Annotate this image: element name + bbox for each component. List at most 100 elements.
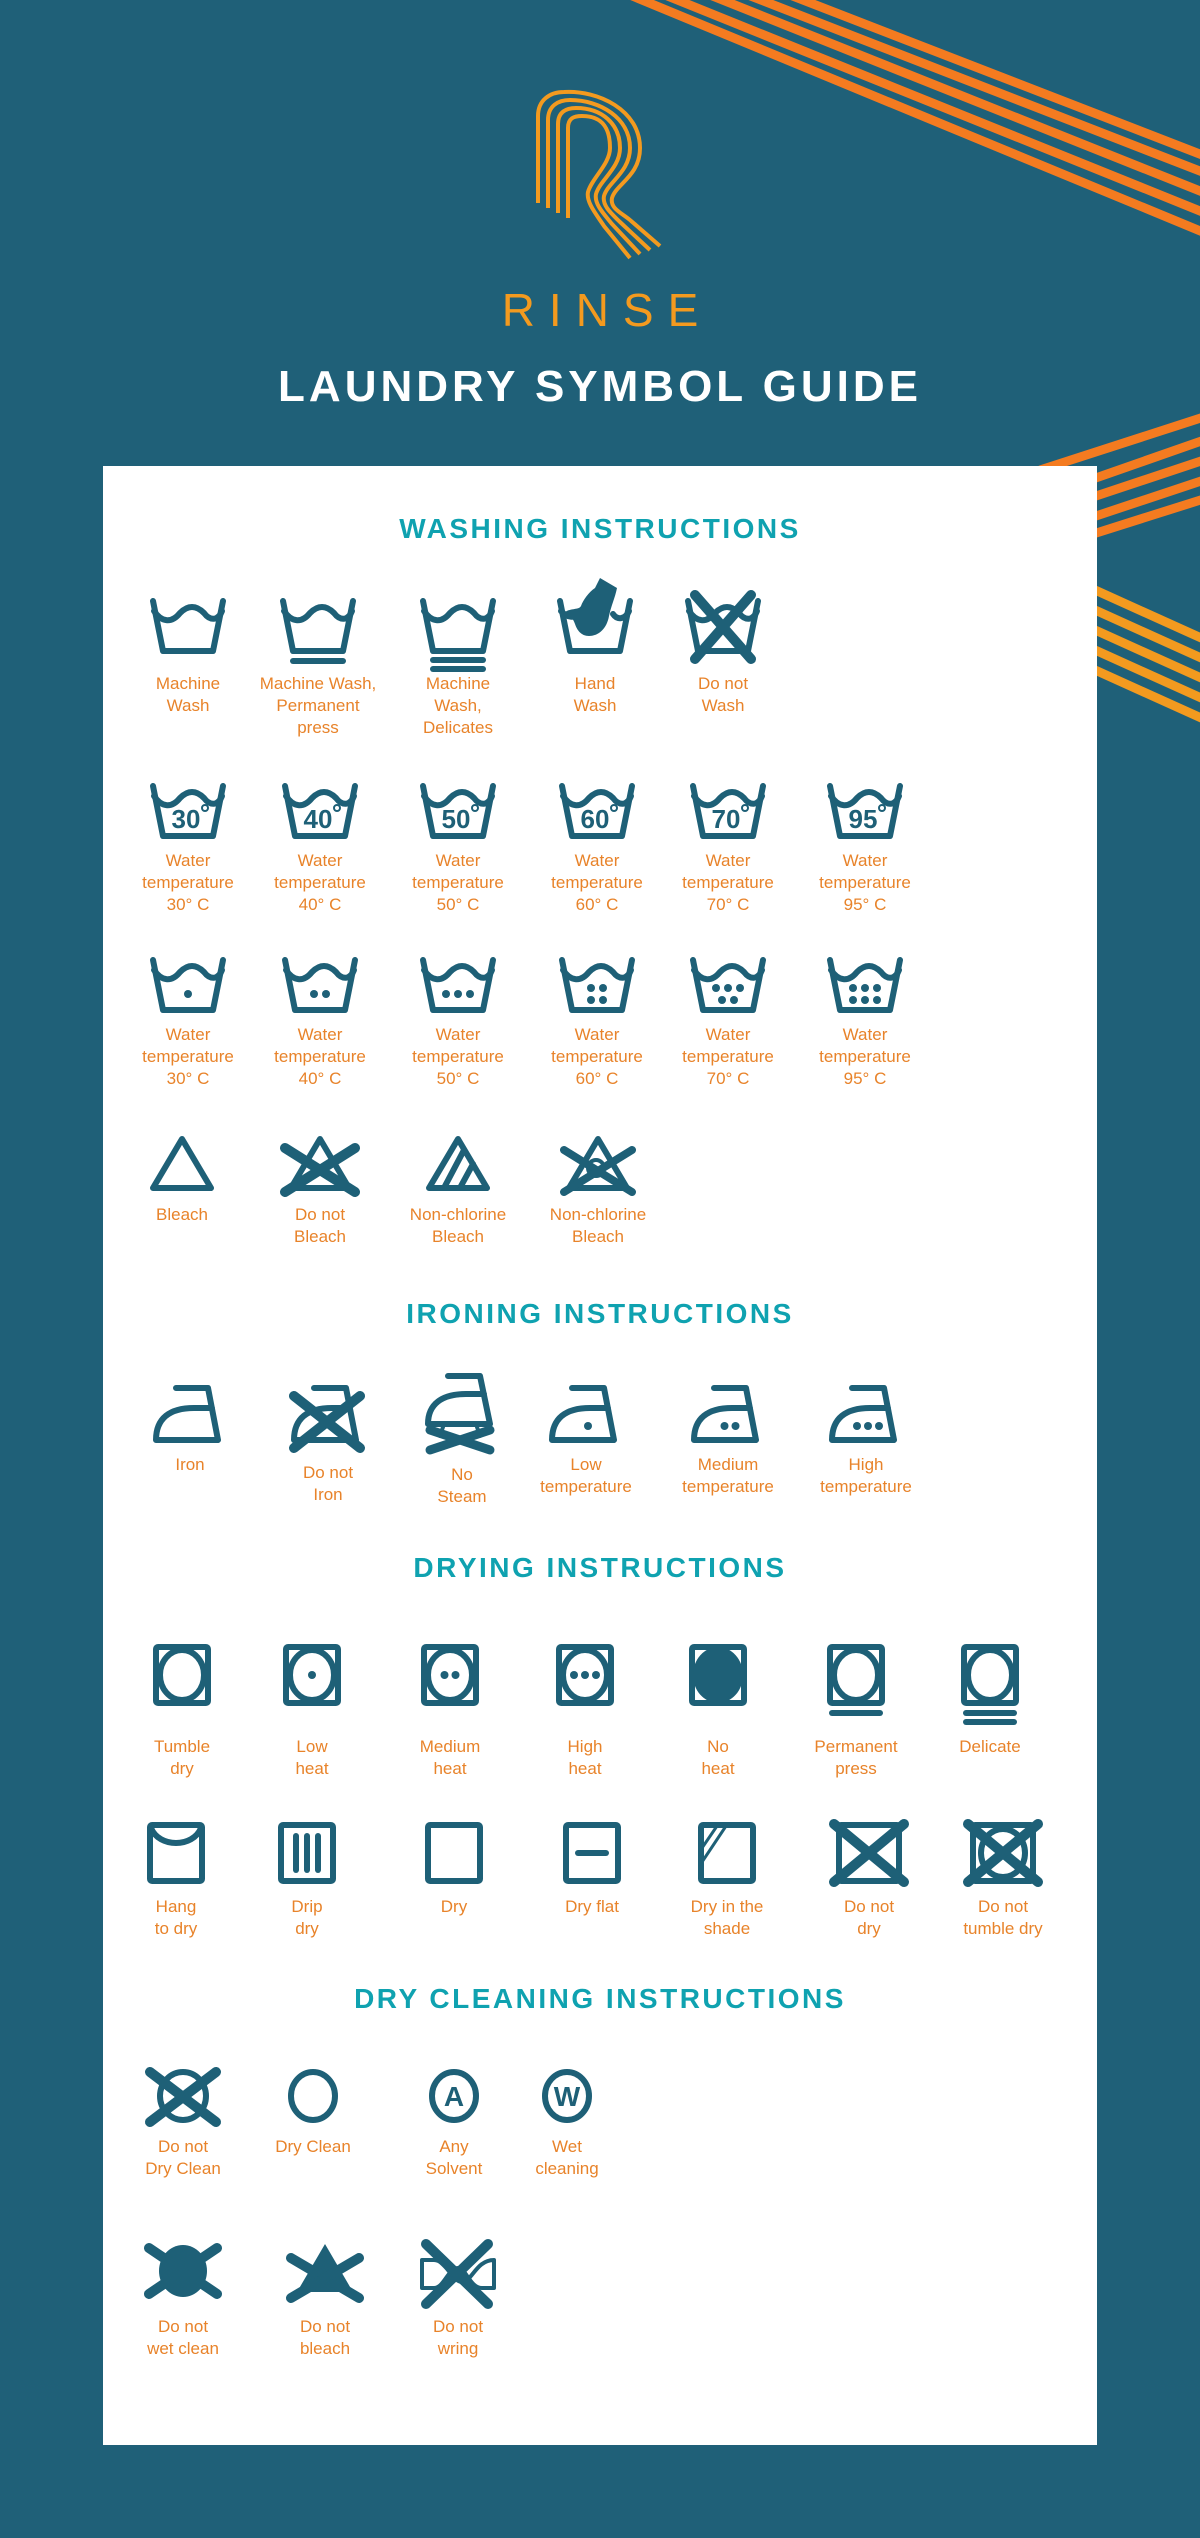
- symbol-wash-40: 40 Water temperature 40° C: [255, 778, 385, 916]
- do-not-iron-icon: [289, 1385, 365, 1453]
- symbol-label: Wet cleaning: [535, 2137, 599, 2178]
- symbol-wash-4-dots: Water temperature 60° C: [532, 952, 662, 1090]
- symbol-any-solvent: A Any Solvent: [389, 2066, 519, 2180]
- svg-text:W: W: [554, 2081, 581, 2112]
- symbol-dry-clean: Dry Clean: [248, 2066, 378, 2158]
- symbol-dry-flat: Dry flat: [527, 1820, 657, 1918]
- symbol-do-not-bleach: Do not Bleach: [255, 1134, 385, 1248]
- hand-wash-icon: [557, 578, 633, 654]
- symbol-label: Machine Wash: [155, 674, 221, 715]
- symbol-label: Do not Iron: [302, 1463, 354, 1504]
- drip-dry-icon: [278, 1822, 336, 1884]
- symbol-label: Non-chlorine Bleach: [549, 1205, 647, 1246]
- symbol-tumble-no-heat: No heat: [653, 1642, 783, 1780]
- wash-60-icon: 60: [559, 783, 635, 839]
- symbol-hand-wash: Hand Wash: [530, 576, 660, 717]
- tumble-permanent-press-icon: [827, 1644, 885, 1716]
- do-not-bleach-filled-icon: [286, 2244, 364, 2303]
- wash-95-icon: 95: [827, 783, 903, 839]
- svg-text:50: 50: [442, 804, 471, 834]
- symbol-tumble-medium-heat: Medium heat: [385, 1642, 515, 1780]
- symbol-label: Medium heat: [419, 1737, 481, 1778]
- symbol-label: Water temperature 30° C: [142, 1025, 234, 1088]
- do-not-wash-icon: [685, 590, 761, 664]
- symbol-label: Hang to dry: [154, 1897, 198, 1938]
- symbol-label: Dry Clean: [275, 2137, 351, 2156]
- symbol-wash-60: 60 Water temperature 60° C: [532, 778, 662, 916]
- do-not-dry-icon: [829, 1819, 909, 1887]
- symbol-iron-low: Low temperature: [521, 1382, 651, 1498]
- symbol-wash-95: 95 Water temperature 95° C: [800, 778, 930, 916]
- symbol-label: Water temperature 40° C: [274, 1025, 366, 1088]
- symbol-non-chlorine-bleach-crossed: Non-chlorine Bleach: [533, 1134, 663, 1248]
- symbol-non-chlorine-bleach: Non-chlorine Bleach: [393, 1134, 523, 1248]
- symbol-bleach: Bleach: [117, 1134, 247, 1226]
- symbol-label: Medium temperature: [682, 1455, 774, 1496]
- ironing-section-title: IRONING INSTRUCTIONS: [406, 1298, 794, 1329]
- wash-30-icon: 30: [150, 783, 226, 839]
- symbol-label: No heat: [701, 1737, 735, 1778]
- symbol-dry-in-shade: Dry in the shade: [662, 1820, 792, 1940]
- non-chlorine-bleach-icon: [426, 1136, 490, 1191]
- symbol-machine-wash-delicates: Machine Wash, Delicates: [393, 593, 523, 739]
- symbol-tumble-delicate: Delicate: [925, 1642, 1055, 1758]
- do-not-bleach-icon: [280, 1136, 360, 1197]
- dry-clean-icon: [288, 2069, 338, 2123]
- symbol-label: Dry in the shade: [690, 1897, 764, 1938]
- symbol-label: Water temperature 95° C: [819, 1025, 911, 1088]
- symbol-label: Water temperature 40° C: [274, 851, 366, 914]
- svg-text:30: 30: [172, 804, 201, 834]
- symbol-do-not-dry: Do not dry: [804, 1819, 934, 1940]
- wash-4-dots-icon: [559, 957, 635, 1013]
- do-not-tumble-dry-icon: [963, 1819, 1043, 1887]
- wash-5-dots-icon: [690, 957, 766, 1013]
- symbol-label: High heat: [567, 1737, 603, 1778]
- any-solvent-icon: A: [429, 2069, 479, 2123]
- symbol-label: Machine Wash, Permanent press: [259, 674, 377, 737]
- symbol-label: Tumble dry: [153, 1737, 211, 1778]
- page-title: LAUNDRY SYMBOL GUIDE: [278, 362, 922, 411]
- symbol-wash-50: 50 Water temperature 50° C: [393, 778, 523, 916]
- tumble-no-heat-icon: [689, 1644, 747, 1706]
- iron-low-icon: [549, 1385, 617, 1443]
- symbol-wash-3-dots: Water temperature 50° C: [393, 952, 523, 1090]
- symbol-label: Any Solvent: [425, 2137, 483, 2178]
- symbol-label: High temperature: [820, 1455, 912, 1496]
- symbol-label: Delicate: [959, 1737, 1021, 1756]
- symbol-label: Low heat: [295, 1737, 329, 1778]
- symbol-label: Do not Bleach: [294, 1205, 346, 1246]
- symbol-label: Do not wring: [432, 2317, 484, 2358]
- symbol-label: Hand Wash: [573, 674, 617, 715]
- wash-40-icon: 40: [282, 783, 358, 839]
- symbol-no-steam: No Steam: [397, 1373, 527, 1508]
- symbol-do-not-wet-clean: Do not wet clean: [118, 2238, 248, 2360]
- svg-text:40: 40: [304, 804, 333, 834]
- symbol-label: Non-chlorine Bleach: [409, 1205, 507, 1246]
- do-not-wring-icon: [420, 2239, 496, 2309]
- bleach-icon: [150, 1136, 214, 1191]
- iron-medium-icon: [691, 1385, 759, 1443]
- svg-text:A: A: [444, 2081, 464, 2112]
- symbol-label: Do not bleach: [299, 2317, 351, 2358]
- machine-wash-icon: [150, 598, 226, 654]
- do-not-wet-clean-icon: [144, 2243, 222, 2299]
- symbol-label: Permanent press: [814, 1737, 898, 1778]
- symbol-dry: Dry: [389, 1820, 519, 1918]
- symbol-wash-30: 30 Water temperature 30° C: [123, 778, 253, 916]
- symbol-label: Low temperature: [540, 1455, 632, 1496]
- symbol-wash-6-dots: Water temperature 95° C: [800, 952, 930, 1090]
- symbol-wash-5-dots: Water temperature 70° C: [663, 952, 793, 1090]
- machine-wash-delicates-icon: [420, 598, 496, 672]
- symbol-label: Iron: [175, 1455, 205, 1474]
- symbol-label: Water temperature 70° C: [682, 1025, 774, 1088]
- iron-icon: [153, 1385, 221, 1443]
- symbol-label: Water temperature 70° C: [682, 851, 774, 914]
- brand-name: RINSE: [501, 284, 713, 336]
- dry-in-shade-icon: [698, 1822, 756, 1884]
- symbol-drip-dry: Drip dry: [242, 1820, 372, 1940]
- rinse-logo-icon: [536, 89, 662, 260]
- non-chlorine-bleach-crossed-icon: [560, 1136, 636, 1196]
- symbol-label: Water temperature 50° C: [412, 1025, 504, 1088]
- wash-3-dots-icon: [420, 957, 496, 1013]
- svg-text:60: 60: [581, 804, 610, 834]
